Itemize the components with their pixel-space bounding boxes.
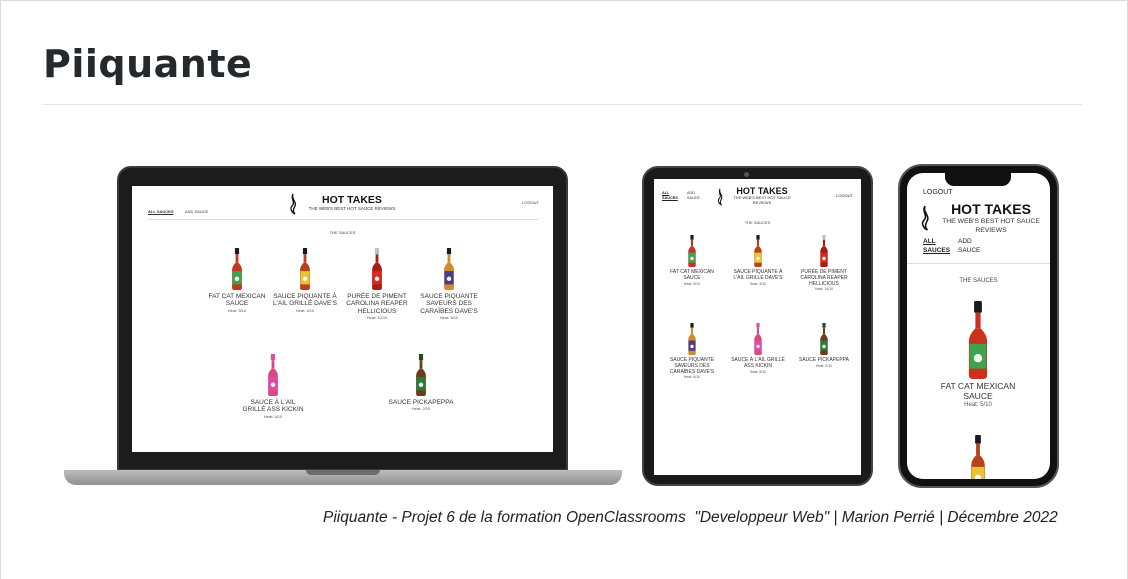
laptop-mockup: ALL SAUCES ADD SAUCE HOT TAKES THE WEB'S… (117, 166, 568, 471)
nav-all-sauces-link[interactable]: ALL SAUCES (662, 191, 678, 201)
nav-add-sauce-link[interactable]: ADD SAUCE (687, 191, 700, 201)
laptop-screen: ALL SAUCES ADD SAUCE HOT TAKES THE WEB'S… (132, 186, 553, 452)
sauce-name: SAUCE PIQUANTE SAVEURS DES CARAÏBES DAVE… (420, 293, 478, 315)
sauce-bottle-image (416, 354, 426, 396)
sauce-bottle-image (300, 248, 310, 290)
sauces-heading: THE SAUCES (329, 230, 356, 235)
sauce-bottle-image (232, 248, 242, 290)
sauce-bottle-image (372, 248, 382, 290)
flame-logo-icon (717, 188, 723, 206)
logout-button[interactable]: LOGOUT (923, 189, 953, 196)
sauce-card[interactable]: PURÉE DE PIMENT CAROLINA REAPER HELLICIO… (794, 235, 854, 291)
sauce-card[interactable]: FAT CAT MEXICAN SAUCE Heat: 5/10 (928, 301, 1028, 408)
sauces-heading: THE SAUCES (744, 220, 771, 225)
sauce-heat: Heat: 4/10 (749, 281, 767, 286)
tablet-nav: ALL SAUCES (662, 191, 678, 201)
sauce-name: FAT CAT MEXICAN SAUCE (940, 381, 1016, 401)
sauce-heat: Heat: 2/10 (411, 406, 431, 412)
sauce-name: PURÉE DE PIMENT CAROLINA REAPER HELLICIO… (346, 293, 408, 315)
sauce-name: SAUCE À L'AIL GRILLÉ ASS KICKIN (731, 357, 785, 369)
sauce-bottle-image (268, 354, 278, 396)
header-divider (907, 263, 1050, 264)
sauce-bottle-image (754, 235, 762, 267)
sauce-heat: Heat: 5/10 (227, 307, 247, 313)
sauce-card[interactable]: SAUCE PIQUANTE SAVEURS DES CARAÏBES DAVE… (416, 248, 482, 320)
sauce-card[interactable]: SAUCE À L'AIL GRILLÉ ASS KICKIN Heat: 5/1… (240, 354, 306, 419)
sauce-name: SAUCE PICKAPEPPA (388, 399, 454, 406)
sauce-card[interactable]: SAUCE À L'AIL GRILLÉ ASS KICKIN Heat: 5/1… (728, 323, 788, 374)
sauce-name: SAUCE PIQUANTE SAVEURS DES CARAÏBES DAVE… (669, 357, 715, 375)
sauce-name: SAUCE À L'AIL GRILLÉ ASS KICKIN (242, 399, 304, 414)
sauce-card[interactable]: SAUCE PIQUANTE À L'AIL GRILLÉ DAVE'S Heat… (272, 248, 338, 313)
sauce-heat: Heat: 5/10 (263, 413, 283, 419)
brand-tagline: THE WEB'S BEST HOT SAUCE REVIEWS (942, 218, 1040, 235)
sauce-card[interactable]: SAUCE PIQUANTE SAVEURS DES CARAÏBES DAVE… (662, 323, 722, 379)
sauces-heading: THE SAUCES (959, 278, 998, 284)
sauce-name: FAT CAT MEXICAN SAUCE (670, 269, 714, 281)
nav-add-sauce-link[interactable]: ADD SAUCE (958, 237, 980, 255)
sauce-heat: Heat: 4/10 (295, 307, 315, 313)
nav-all-sauces-link[interactable]: ALL SAUCES (923, 237, 950, 255)
phone-notch (945, 173, 1011, 186)
brand-tagline: THE WEB'S BEST HOT SAUCE REVIEWS (308, 206, 396, 211)
footer-caption: Piiquante - Projet 6 de la formation Ope… (323, 509, 1058, 526)
laptop-brand: HOT TAKES THE WEB'S BEST HOT SAUCE REVIE… (282, 194, 422, 211)
sauce-heat: Heat: 6/10 (683, 375, 701, 380)
page-title: Piiquante (43, 42, 253, 86)
sauce-name: SAUCE PIQUANTE À L'AIL GRILLÉ DAVE'S (273, 293, 337, 308)
flame-logo-icon (921, 205, 929, 231)
sauce-name: FAT CAT MEXICAN SAUCE (208, 293, 266, 308)
phone-screen: LOGOUT HOT TAKES THE WEB'S BEST HOT SAUC… (907, 173, 1050, 479)
phone-mockup: LOGOUT HOT TAKES THE WEB'S BEST HOT SAUC… (898, 164, 1059, 488)
logout-button[interactable]: LOGOUT (522, 200, 539, 205)
sauce-bottle-image (971, 435, 985, 479)
sauce-card[interactable]: SAUCE PICKAPEPPA Heat: 2/10 (794, 323, 854, 368)
sauce-bottle-image (968, 301, 988, 379)
sauce-name: PURÉE DE PIMENT CAROLINA REAPER HELLICIO… (800, 269, 848, 287)
nav-add-sauce-link[interactable]: ADD SAUCE (185, 209, 208, 214)
sauce-heat: Heat: 10/10 (814, 287, 834, 292)
sauce-heat: Heat: 5/10 (683, 281, 701, 286)
tablet-screen: ALL SAUCES ADD SAUCE HOT TAKES THE WEB'S B… (654, 179, 861, 475)
brand-tagline: THE WEB'S BEST HOT SAUCE REVIEWS (733, 195, 791, 205)
laptop-nav: ALL SAUCES ADD SAUCE (148, 200, 215, 218)
logout-button[interactable]: LOGOUT (836, 193, 853, 198)
brand-title: HOT TAKES (322, 194, 382, 206)
nav-all-sauces-link[interactable]: ALL SAUCES (148, 209, 173, 214)
title-divider (43, 104, 1082, 105)
sauce-heat: Heat: 5/10 (749, 369, 767, 374)
laptop-notch (306, 470, 380, 475)
sauce-heat: Heat: 5/10 (964, 401, 992, 408)
sauce-bottle-image (444, 248, 454, 290)
sauce-bottle-image (688, 235, 696, 267)
sauce-bottle-image (754, 323, 762, 355)
sauce-card[interactable]: SAUCE PIQUANTE À L'AIL GRILLÉ DAVE'S Heat… (728, 235, 788, 286)
sauce-heat: Heat: 10/10 (366, 315, 388, 321)
sauce-card[interactable]: FAT CAT MEXICAN SAUCE Heat: 5/10 (204, 248, 270, 313)
sauce-card[interactable]: SAUCE PICKAPEPPA Heat: 2/10 (388, 354, 454, 411)
sauce-card[interactable]: PURÉE DE PIMENT CAROLINA REAPER HELLICIO… (344, 248, 410, 320)
sauce-heat: Heat: 6/10 (439, 315, 459, 321)
tablet-brand: HOT TAKES THE WEB'S BEST HOT SAUCE REVIE… (726, 186, 798, 206)
sauce-card[interactable]: FAT CAT MEXICAN SAUCE Heat: 5/10 (662, 235, 722, 286)
tablet-mockup: ALL SAUCES ADD SAUCE HOT TAKES THE WEB'S B… (642, 166, 873, 486)
sauce-bottle-image (688, 323, 696, 355)
sauce-name: SAUCE PIQUANTE À L'AIL GRILLÉ DAVE'S (733, 269, 783, 281)
phone-brand: HOT TAKES THE WEB'S BEST HOT SAUCE REVIE… (935, 201, 1047, 235)
tablet-camera (744, 172, 749, 177)
sauce-bottle-image (820, 323, 828, 355)
sauce-name: SAUCE PICKAPEPPA (799, 357, 849, 363)
sauce-bottle-image (820, 235, 828, 267)
brand-title: HOT TAKES (951, 201, 1031, 217)
sauce-heat: Heat: 2/10 (815, 363, 833, 368)
header-divider (148, 219, 538, 220)
